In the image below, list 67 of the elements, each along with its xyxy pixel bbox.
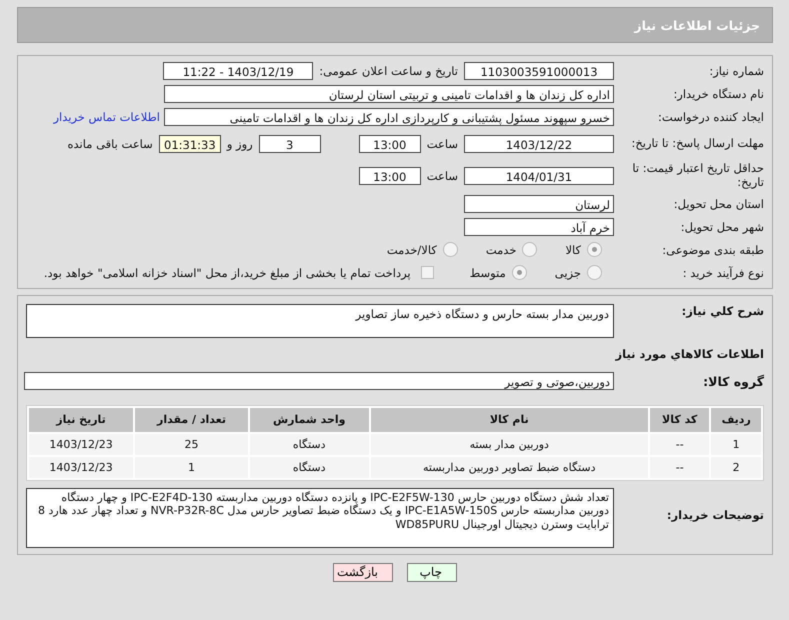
field-label: نام دستگاه خریدار: bbox=[672, 87, 764, 101]
date-field: 1403/12/22 bbox=[464, 135, 614, 153]
field-label: شرح کلي نیاز: bbox=[680, 304, 764, 318]
checkbox[interactable] bbox=[420, 266, 434, 280]
page-title: جزئیات اطلاعات نیاز bbox=[634, 18, 760, 32]
field-label: شهر محل تحویل: bbox=[680, 220, 764, 234]
time-field: 13:00 bbox=[358, 166, 421, 185]
print-button[interactable]: چاپ bbox=[407, 562, 457, 582]
announce-date-field: 1403/12/19 - 11:22 bbox=[163, 62, 314, 80]
time-field: 13:00 bbox=[358, 135, 421, 153]
table-cell: -- bbox=[650, 456, 710, 478]
field-label: مهلت ارسال پاسخ: تا تاریخ: bbox=[630, 137, 764, 151]
buyer-field: اداره کل زندان ها و اقدامات تامینی و تربیتی استان لرستان bbox=[164, 85, 614, 103]
radio-label: کالا bbox=[565, 242, 581, 257]
table-cell: 1 bbox=[135, 456, 248, 478]
section-heading: اطلاعات کالاهاي مورد نیاز bbox=[614, 346, 764, 361]
need-number-field: 1103003591000013 bbox=[464, 62, 614, 80]
radio-label: کالا/خدمت bbox=[386, 242, 437, 257]
table-cell: -- bbox=[650, 434, 710, 455]
radio-label: متوسط bbox=[470, 266, 506, 280]
table-cell: 25 bbox=[135, 434, 248, 455]
table-cell: 2 bbox=[711, 456, 761, 478]
back-button[interactable]: بازگشت bbox=[333, 562, 393, 582]
field-label: طبقه بندی موضوعی: bbox=[661, 242, 764, 257]
radio-button[interactable] bbox=[522, 242, 538, 258]
radio-button[interactable] bbox=[587, 265, 602, 280]
contact-link[interactable]: اطلاعات تماس خریدار bbox=[53, 110, 160, 124]
field-label: توضیحات خریدار: bbox=[666, 506, 764, 522]
radio-label: جزیی bbox=[554, 266, 581, 280]
field-label: ساعت bbox=[426, 168, 458, 183]
table-cell: 1403/12/23 bbox=[29, 434, 134, 455]
goods-group-field: دوربین،صوتی و تصویر bbox=[24, 372, 614, 390]
column-header: کد کالا bbox=[650, 408, 710, 432]
radio-button[interactable] bbox=[442, 242, 458, 258]
province-field: لرستان bbox=[464, 194, 614, 213]
field-label: استان محل تحویل: bbox=[672, 196, 764, 211]
city-field: خرم آباد bbox=[464, 218, 614, 236]
field-label: ایجاد کننده درخواست: bbox=[657, 110, 764, 124]
radio-button[interactable] bbox=[587, 242, 602, 258]
field-label: ساعت باقی مانده bbox=[68, 137, 153, 151]
notes-textarea[interactable]: تعداد شش دستگاه دوربین حارس IPC-E2F5W-130 و پانزده دستگاه دوربین مداربسته IPC-E2F4D-130 و چهار دستگاه دوربین مداربسته حارس IPC-E1A5W-150S و یک دستگاه ضبط تصاویر حارس مدل NVR-P32R-8C و تعداد چهار عدد هارد 8 ترابایت وسترن دیجیتال اورجینال WD85PURU bbox=[26, 488, 614, 548]
field-label: نوع فرآیند خرید : bbox=[682, 266, 764, 280]
field-label: ساعت bbox=[426, 137, 458, 151]
days-field: 3 bbox=[258, 135, 321, 153]
field-label: شماره نیاز: bbox=[708, 64, 764, 78]
radio-label: خدمت bbox=[486, 242, 516, 257]
table-cell: 1 bbox=[711, 434, 761, 455]
field-label: تاریخ و ساعت اعلان عمومی: bbox=[319, 64, 458, 78]
field-label: روز و bbox=[226, 137, 253, 151]
table-cell: دستگاه bbox=[250, 434, 368, 455]
radio-button[interactable] bbox=[512, 265, 527, 280]
checkbox-label: پرداخت تمام یا بخشی از مبلغ خرید،از محل "اسناد خزانه اسلامی" خواهد بود. bbox=[44, 266, 411, 280]
column-header: واحد شمارش bbox=[250, 408, 368, 432]
column-header: نام کالا bbox=[370, 408, 648, 432]
remaining-time-field: 01:31:33 bbox=[158, 135, 221, 153]
table-cell: دستگاه bbox=[250, 456, 368, 478]
summary-textarea[interactable]: دوربین مدار بسته حارس و دستگاه ذخیره ساز تصاویر bbox=[26, 304, 614, 338]
table-cell: 1403/12/23 bbox=[29, 456, 134, 478]
column-header: تاریخ نیاز bbox=[29, 408, 134, 432]
field-label: حداقل تاریخ اعتبار قیمت: تا تاریخ: bbox=[631, 162, 764, 190]
column-header: ردیف bbox=[711, 408, 761, 432]
creator-field: خسرو سپهوند مسئول پشتیبانی و کارپردازی اداره کل زندان ها و اقدامات تامینی bbox=[164, 108, 614, 126]
table-cell: دستگاه ضبط تصاویر دوربین مداربسته bbox=[370, 456, 648, 478]
date-field: 1404/01/31 bbox=[464, 166, 614, 185]
table-cell: دوربین مدار بسته bbox=[370, 434, 648, 455]
field-label: گروه کالا: bbox=[702, 373, 764, 390]
column-header: تعداد / مقدار bbox=[135, 408, 248, 432]
